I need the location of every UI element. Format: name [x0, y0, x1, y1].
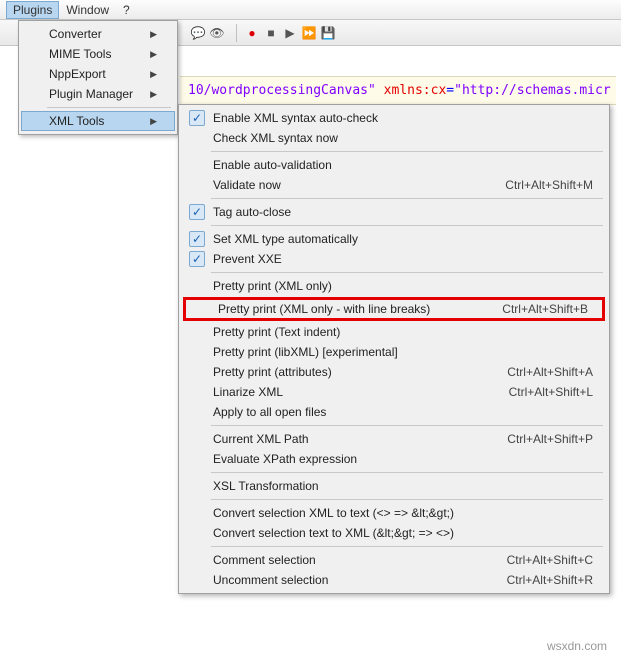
mi-label: Pretty print (XML only - with line break… — [218, 302, 430, 316]
footer-watermark: wsxdn.com — [547, 639, 607, 653]
mi-label: Check XML syntax now — [213, 131, 338, 145]
code-seg1: 10/wordprocessingCanvas" — [188, 83, 376, 98]
menu-separator — [211, 272, 603, 273]
mi-shortcut: Ctrl+Alt+Shift+C — [507, 553, 593, 567]
mi-pretty-attributes[interactable]: Pretty print (attributes) Ctrl+Alt+Shift… — [181, 362, 607, 382]
menu-separator — [47, 107, 171, 108]
menu-separator — [211, 499, 603, 500]
mi-eval-xpath[interactable]: Evaluate XPath expression — [181, 449, 607, 469]
mi-comment[interactable]: Comment selection Ctrl+Alt+Shift+C — [181, 550, 607, 570]
check-icon: ✓ — [189, 231, 205, 247]
menu-window[interactable]: Window — [59, 1, 116, 19]
mi-label: XSL Transformation — [213, 479, 319, 493]
mi-label: Tag auto-close — [213, 205, 291, 219]
mi-label: Prevent XXE — [213, 252, 282, 266]
mi-label: Current XML Path — [213, 432, 309, 446]
mi-label: Pretty print (attributes) — [213, 365, 332, 379]
menu-label: Plugin Manager — [49, 87, 133, 101]
menu-separator — [211, 425, 603, 426]
chevron-right-icon: ▶ — [150, 29, 157, 40]
highlighted-frame: Pretty print (XML only - with line break… — [183, 297, 605, 321]
menu-xml-tools[interactable]: XML Tools ▶ — [21, 111, 175, 131]
save-icon[interactable]: 💾 — [320, 25, 336, 41]
mi-label: Linarize XML — [213, 385, 283, 399]
mi-label: Pretty print (Text indent) — [213, 325, 340, 339]
mi-enable-auto-check[interactable]: ✓ Enable XML syntax auto-check — [181, 108, 607, 128]
menu-separator — [211, 198, 603, 199]
mi-label: Enable auto-validation — [213, 158, 332, 172]
menu-plugin-manager[interactable]: Plugin Manager ▶ — [21, 84, 175, 104]
menu-separator — [211, 546, 603, 547]
mi-label: Comment selection — [213, 553, 316, 567]
code-seg3: = — [446, 83, 454, 98]
stop-icon[interactable]: ■ — [263, 25, 279, 41]
mi-linarize[interactable]: Linarize XML Ctrl+Alt+Shift+L — [181, 382, 607, 402]
code-line: 10/wordprocessingCanvas" xmlns:cx="http:… — [180, 76, 616, 105]
mi-label: Set XML type automatically — [213, 232, 358, 246]
menubar: Plugins Window ? — [0, 0, 621, 20]
mi-label: Convert selection text to XML (&lt;&gt; … — [213, 526, 454, 540]
menu-converter[interactable]: Converter ▶ — [21, 24, 175, 44]
mi-conv-to-text[interactable]: Convert selection XML to text (<> => &lt… — [181, 503, 607, 523]
menu-label: MIME Tools — [49, 47, 111, 61]
check-icon: ✓ — [189, 110, 205, 126]
eye-icon[interactable]: 👁 — [209, 25, 225, 41]
menu-label: NppExport — [49, 67, 106, 81]
mi-current-path[interactable]: Current XML Path Ctrl+Alt+Shift+P — [181, 429, 607, 449]
menu-help[interactable]: ? — [116, 1, 137, 19]
plugins-menu: Converter ▶ MIME Tools ▶ NppExport ▶ Plu… — [18, 20, 178, 135]
menu-separator — [211, 151, 603, 152]
mi-pretty-xml-breaks[interactable]: Pretty print (XML only - with line break… — [186, 300, 602, 318]
xml-tools-submenu: ✓ Enable XML syntax auto-check Check XML… — [178, 104, 610, 594]
mi-label: Uncomment selection — [213, 573, 328, 587]
mi-pretty-text[interactable]: Pretty print (Text indent) — [181, 322, 607, 342]
mi-shortcut: Ctrl+Alt+Shift+B — [502, 302, 588, 316]
mi-enable-auto-validation[interactable]: Enable auto-validation — [181, 155, 607, 175]
menu-plugins[interactable]: Plugins — [6, 1, 59, 19]
mi-shortcut: Ctrl+Alt+Shift+L — [509, 385, 593, 399]
menu-label: XML Tools — [49, 114, 104, 128]
mi-label: Convert selection XML to text (<> => &lt… — [213, 506, 454, 520]
toolbar-separator — [236, 24, 237, 42]
mi-tag-auto-close[interactable]: ✓ Tag auto-close — [181, 202, 607, 222]
mi-shortcut: Ctrl+Alt+Shift+R — [507, 573, 593, 587]
mi-check-now[interactable]: Check XML syntax now — [181, 128, 607, 148]
code-seg2: xmlns:cx — [376, 83, 446, 98]
chevron-right-icon: ▶ — [150, 49, 157, 60]
mi-apply-all[interactable]: Apply to all open files — [181, 402, 607, 422]
comment-icon[interactable]: 💬 — [190, 25, 206, 41]
mi-label: Validate now — [213, 178, 281, 192]
code-seg4: "http://schemas.micr — [454, 83, 611, 98]
mi-label: Pretty print (XML only) — [213, 279, 332, 293]
mi-pretty-xml[interactable]: Pretty print (XML only) — [181, 276, 607, 296]
mi-label: Evaluate XPath expression — [213, 452, 357, 466]
menu-nppexport[interactable]: NppExport ▶ — [21, 64, 175, 84]
mi-label: Pretty print (libXML) [experimental] — [213, 345, 398, 359]
mi-conv-to-xml[interactable]: Convert selection text to XML (&lt;&gt; … — [181, 523, 607, 543]
mi-set-type-auto[interactable]: ✓ Set XML type automatically — [181, 229, 607, 249]
mi-shortcut: Ctrl+Alt+Shift+A — [507, 365, 593, 379]
menu-mime-tools[interactable]: MIME Tools ▶ — [21, 44, 175, 64]
mi-uncomment[interactable]: Uncomment selection Ctrl+Alt+Shift+R — [181, 570, 607, 590]
check-icon: ✓ — [189, 251, 205, 267]
mi-label: Enable XML syntax auto-check — [213, 111, 378, 125]
mi-shortcut: Ctrl+Alt+Shift+M — [505, 178, 593, 192]
mi-xsl[interactable]: XSL Transformation — [181, 476, 607, 496]
menu-separator — [211, 225, 603, 226]
mi-prevent-xxe[interactable]: ✓ Prevent XXE — [181, 249, 607, 269]
mi-pretty-libxml[interactable]: Pretty print (libXML) [experimental] — [181, 342, 607, 362]
play-icon[interactable]: ▶ — [282, 25, 298, 41]
mi-shortcut: Ctrl+Alt+Shift+P — [507, 432, 593, 446]
chevron-right-icon: ▶ — [150, 69, 157, 80]
mi-validate-now[interactable]: Validate now Ctrl+Alt+Shift+M — [181, 175, 607, 195]
fast-icon[interactable]: ⏩ — [301, 25, 317, 41]
check-icon: ✓ — [189, 204, 205, 220]
chevron-right-icon: ▶ — [150, 116, 157, 127]
record-icon[interactable]: ● — [244, 25, 260, 41]
menu-separator — [211, 472, 603, 473]
menu-label: Converter — [49, 27, 102, 41]
mi-label: Apply to all open files — [213, 405, 326, 419]
chevron-right-icon: ▶ — [150, 89, 157, 100]
